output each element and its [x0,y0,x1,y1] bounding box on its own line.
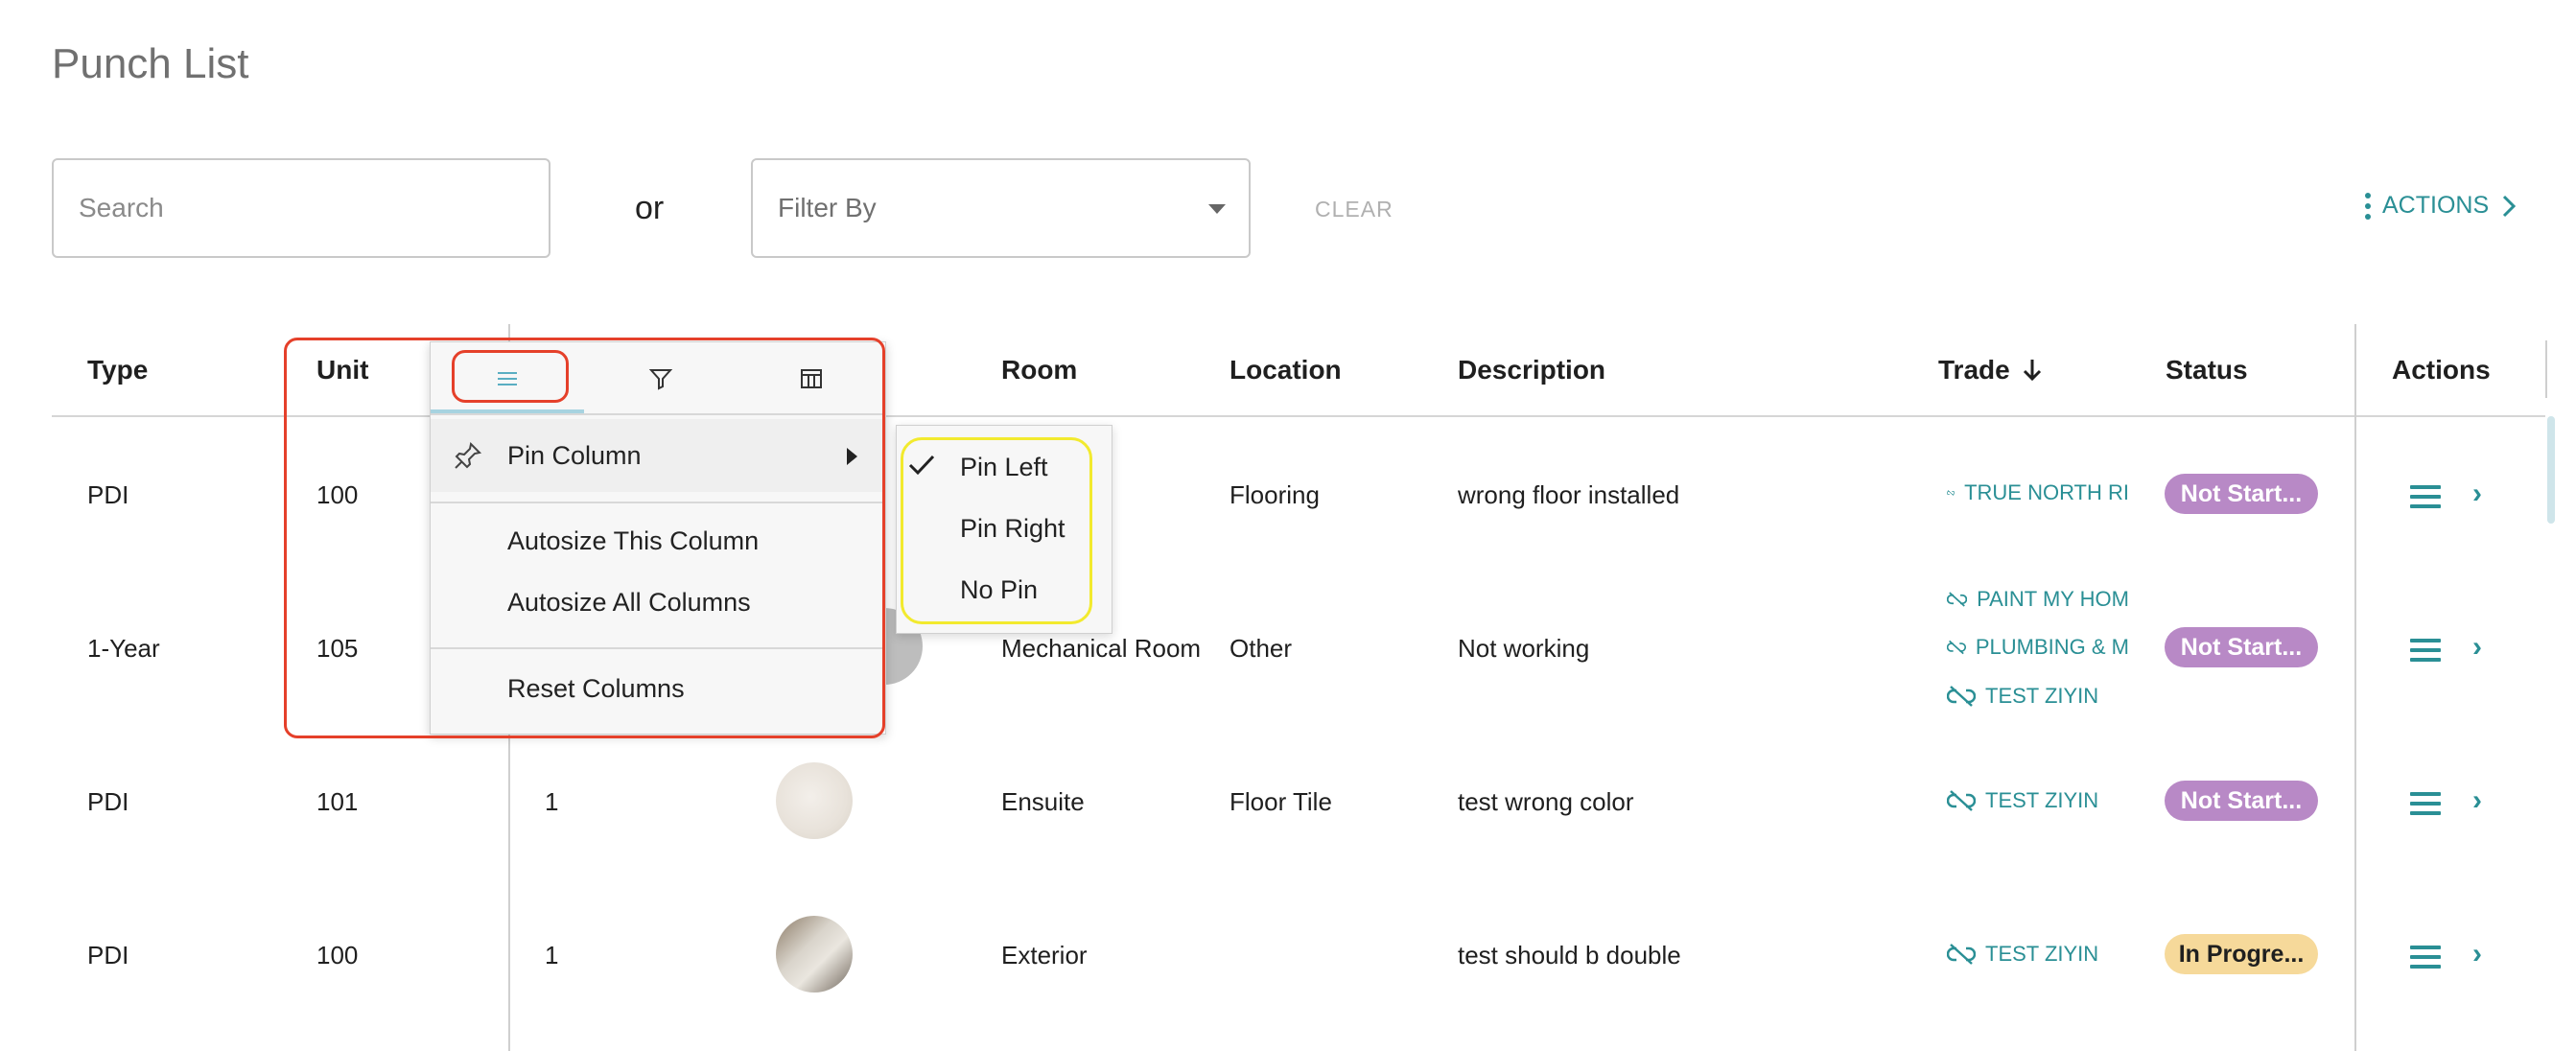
cell-type: PDI [87,787,129,816]
highlight-column-menu [284,338,885,738]
highlight-pin-options [901,437,1092,624]
search-input[interactable]: Search [52,158,550,258]
trade-link[interactable]: PLUMBING & M [1947,635,2129,660]
status-badge: Not Start... [2165,781,2318,821]
trade-label: TEST ZIYIN [1985,942,2099,966]
column-header-type[interactable]: Type [87,355,148,385]
photo-thumbnail[interactable] [776,916,853,993]
column-separator [2354,324,2356,1051]
trade-link[interactable]: TEST ZIYIN [1947,788,2129,813]
menu-icon[interactable] [2410,485,2441,514]
cell-location: Other [1229,634,1293,663]
column-header-status[interactable]: Status [2166,355,2248,385]
column-separator [2545,340,2547,398]
unlink-icon [1947,640,1966,655]
trade-label: TEST ZIYIN [1985,684,2099,708]
column-header-trade[interactable]: Trade [1938,355,2043,385]
column-header-room[interactable]: Room [1001,355,1077,385]
cell-quantity: 1 [545,787,559,816]
cell-unit: 101 [316,787,359,816]
cell-type: PDI [87,941,129,969]
chevron-right-icon [2503,195,2517,217]
cell-location: Floor Tile [1229,787,1332,816]
cell-type: PDI [87,480,129,509]
status-badge: In Progre... [2165,934,2318,974]
cell-type: 1-Year [87,634,160,663]
unlink-icon [1947,490,1955,496]
vertical-scrollbar[interactable] [2547,416,2555,524]
menu-icon[interactable] [2410,946,2441,974]
cell-description: wrong floor installed [1458,480,1680,509]
cell-room: Ensuite [1001,787,1085,816]
unlink-icon [1947,592,1968,607]
trade-header-label: Trade [1938,355,2010,385]
cell-quantity: 1 [545,941,559,969]
cell-location: Flooring [1229,480,1320,509]
trade-label: PLUMBING & M [1975,635,2129,659]
cell-unit: 100 [316,941,359,969]
search-placeholder: Search [79,193,164,222]
cell-room: Mechanical Room [1001,634,1202,663]
trade-link[interactable]: TEST ZIYIN [1947,942,2129,967]
column-header-description[interactable]: Description [1458,355,1605,385]
chevron-right-icon[interactable]: › [2472,631,2482,664]
cell-room: Exterior [1001,941,1088,969]
trade-label: PAINT MY HOM [1977,587,2129,611]
trade-label: TRUE NORTH RI [1964,480,2129,504]
filter-by-select[interactable]: Filter By [751,158,1251,258]
photo-thumbnail[interactable] [776,762,853,839]
filter-placeholder: Filter By [778,193,877,222]
actions-button[interactable]: ACTIONS [2365,192,2517,220]
trade-label: TEST ZIYIN [1985,788,2099,812]
unlink-icon [1947,944,1976,965]
status-badge: Not Start... [2165,474,2318,514]
column-header-actions: Actions [2392,355,2491,385]
trade-link[interactable]: TEST ZIYIN [1947,684,2129,709]
cell-description: Not working [1458,634,1590,663]
clear-button[interactable]: CLEAR [1315,197,1393,222]
chevron-right-icon[interactable]: › [2472,784,2482,817]
or-label: or [635,190,665,226]
cell-description: test should b double [1458,941,1681,969]
chevron-right-icon[interactable]: › [2472,938,2482,970]
column-header-location[interactable]: Location [1229,355,1342,385]
sort-descending-icon [2023,360,2041,382]
actions-label: ACTIONS [2382,192,2490,219]
caret-down-icon [1208,204,1226,214]
unlink-icon [1947,790,1976,811]
page-title: Punch List [52,40,249,87]
menu-icon[interactable] [2410,792,2441,821]
cell-description: test wrong color [1458,787,1634,816]
more-vertical-icon [2365,192,2371,220]
status-badge: Not Start... [2165,627,2318,667]
menu-icon[interactable] [2410,639,2441,667]
highlight-general-tab [452,350,569,403]
unlink-icon [1947,686,1976,707]
trade-link[interactable]: PAINT MY HOM [1947,587,2129,612]
chevron-right-icon[interactable]: › [2472,478,2482,510]
trade-link[interactable]: TRUE NORTH RI [1947,480,2129,505]
